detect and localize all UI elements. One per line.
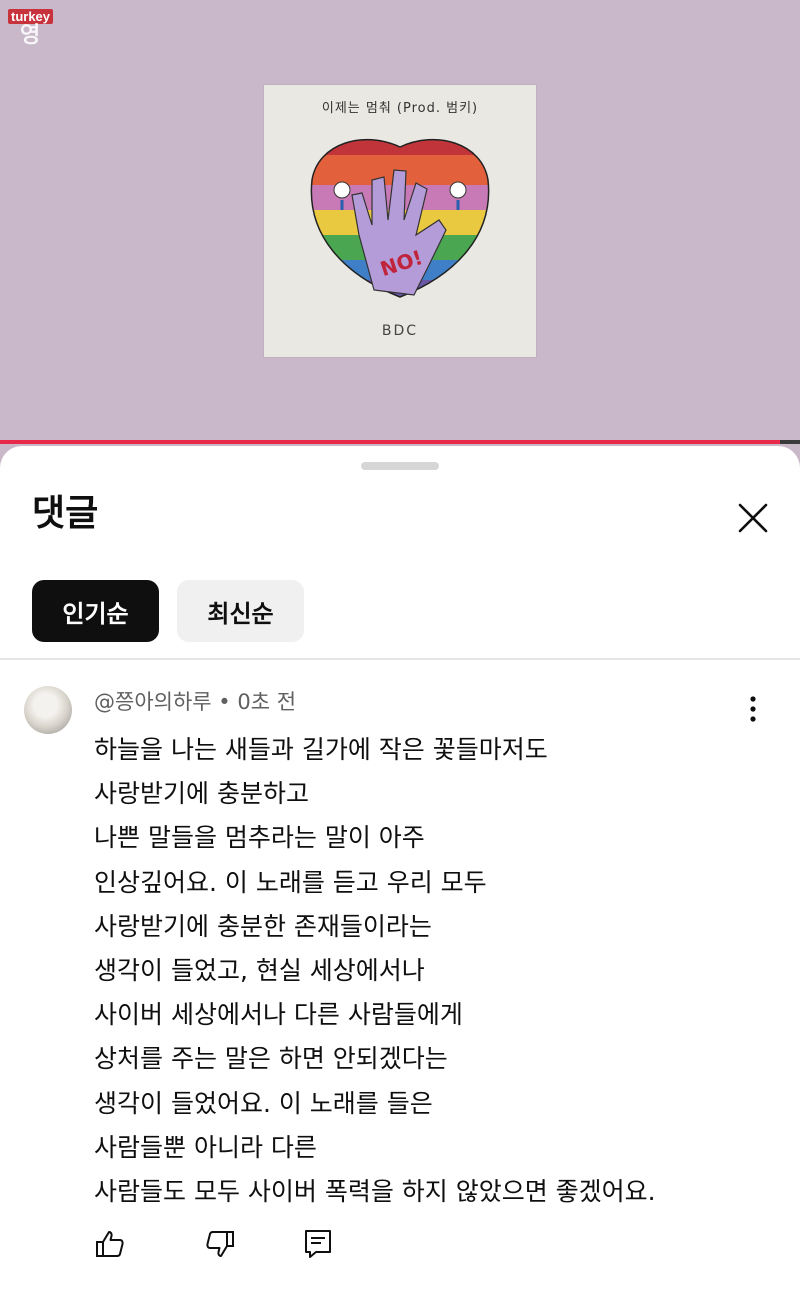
divider — [0, 658, 800, 660]
close-icon — [738, 503, 768, 533]
comment-text: 하늘을 나는 새들과 길가에 작은 꽃들마저도 사랑받기에 충분하고 나쁜 말들… — [94, 728, 774, 1214]
comment-author[interactable]: @쯩아의하루 — [94, 690, 212, 714]
comment-line: 나쁜 말들을 멈추라는 말이 아주 — [94, 823, 425, 853]
reply-button[interactable] — [302, 1228, 334, 1260]
dislike-button[interactable] — [204, 1228, 236, 1260]
comment-line: 생각이 들었어요. 이 노래를 들은 — [94, 1088, 433, 1118]
thumbs-down-icon — [206, 1231, 234, 1257]
watermark-top: turkey — [8, 9, 54, 24]
sheet-title: 댓글 — [32, 493, 99, 534]
album-cover: NO! 이제는 멈춰 (Prod. 범키) BDC — [264, 85, 536, 357]
meta-separator: • — [218, 690, 231, 714]
comment-meta: @쯩아의하루 • 0초 전 — [94, 688, 296, 716]
cover-footer: BDC — [381, 323, 419, 339]
album-art-drawing: NO! — [310, 139, 490, 298]
video-progress-remaining[interactable] — [780, 440, 800, 444]
cover-title: 이제는 멈춰 (Prod. 범키) — [321, 101, 479, 116]
comment-line: 사람들도 모두 사이버 폭력을 하지 않았으면 좋겠어요. — [94, 1177, 656, 1207]
comment-time: 0초 전 — [237, 690, 297, 714]
channel-watermark: turkey 영 — [8, 6, 56, 52]
comment-line: 사람들뿐 아니라 다른 — [94, 1132, 317, 1162]
more-options-button[interactable] — [740, 694, 766, 724]
close-button[interactable] — [733, 498, 773, 538]
comments-sheet: 댓글 인기순 최신순 @쯩아의하루 • 0초 전 하늘을 나는 새들과 길가에 … — [0, 446, 800, 1293]
video-progress-played[interactable] — [0, 440, 780, 444]
comment-line: 상처를 주는 말은 하면 안되겠다는 — [94, 1044, 448, 1074]
sort-chip-newest[interactable]: 최신순 — [177, 580, 304, 642]
more-vertical-icon — [750, 696, 756, 722]
comment-line: 인상깊어요. 이 노래를 듣고 우리 모두 — [94, 867, 487, 897]
comment-actions — [94, 1228, 394, 1264]
comment-line: 사랑받기에 충분한 존재들이라는 — [94, 911, 432, 941]
comment-line: 하늘을 나는 새들과 길가에 작은 꽃들마저도 — [94, 735, 548, 764]
avatar[interactable] — [24, 686, 72, 734]
thumbs-up-icon — [96, 1231, 124, 1257]
comment-line: 사랑받기에 충분하고 — [94, 779, 309, 809]
video-player[interactable]: turkey 영 NO! 이제는 멈춰 (Prod. 범키) BDC — [0, 0, 800, 442]
reply-icon — [305, 1230, 331, 1258]
comment-line: 생각이 들었고, 현실 세상에서나 — [94, 956, 425, 986]
watermark-bottom: 영 — [20, 23, 41, 48]
comment-line: 사이버 세상에서나 다른 사람들에게 — [94, 1000, 463, 1030]
sort-chip-popular[interactable]: 인기순 — [32, 580, 159, 642]
sort-chips: 인기순 최신순 — [32, 580, 304, 642]
sheet-drag-handle[interactable] — [361, 462, 439, 470]
like-button[interactable] — [94, 1228, 126, 1260]
